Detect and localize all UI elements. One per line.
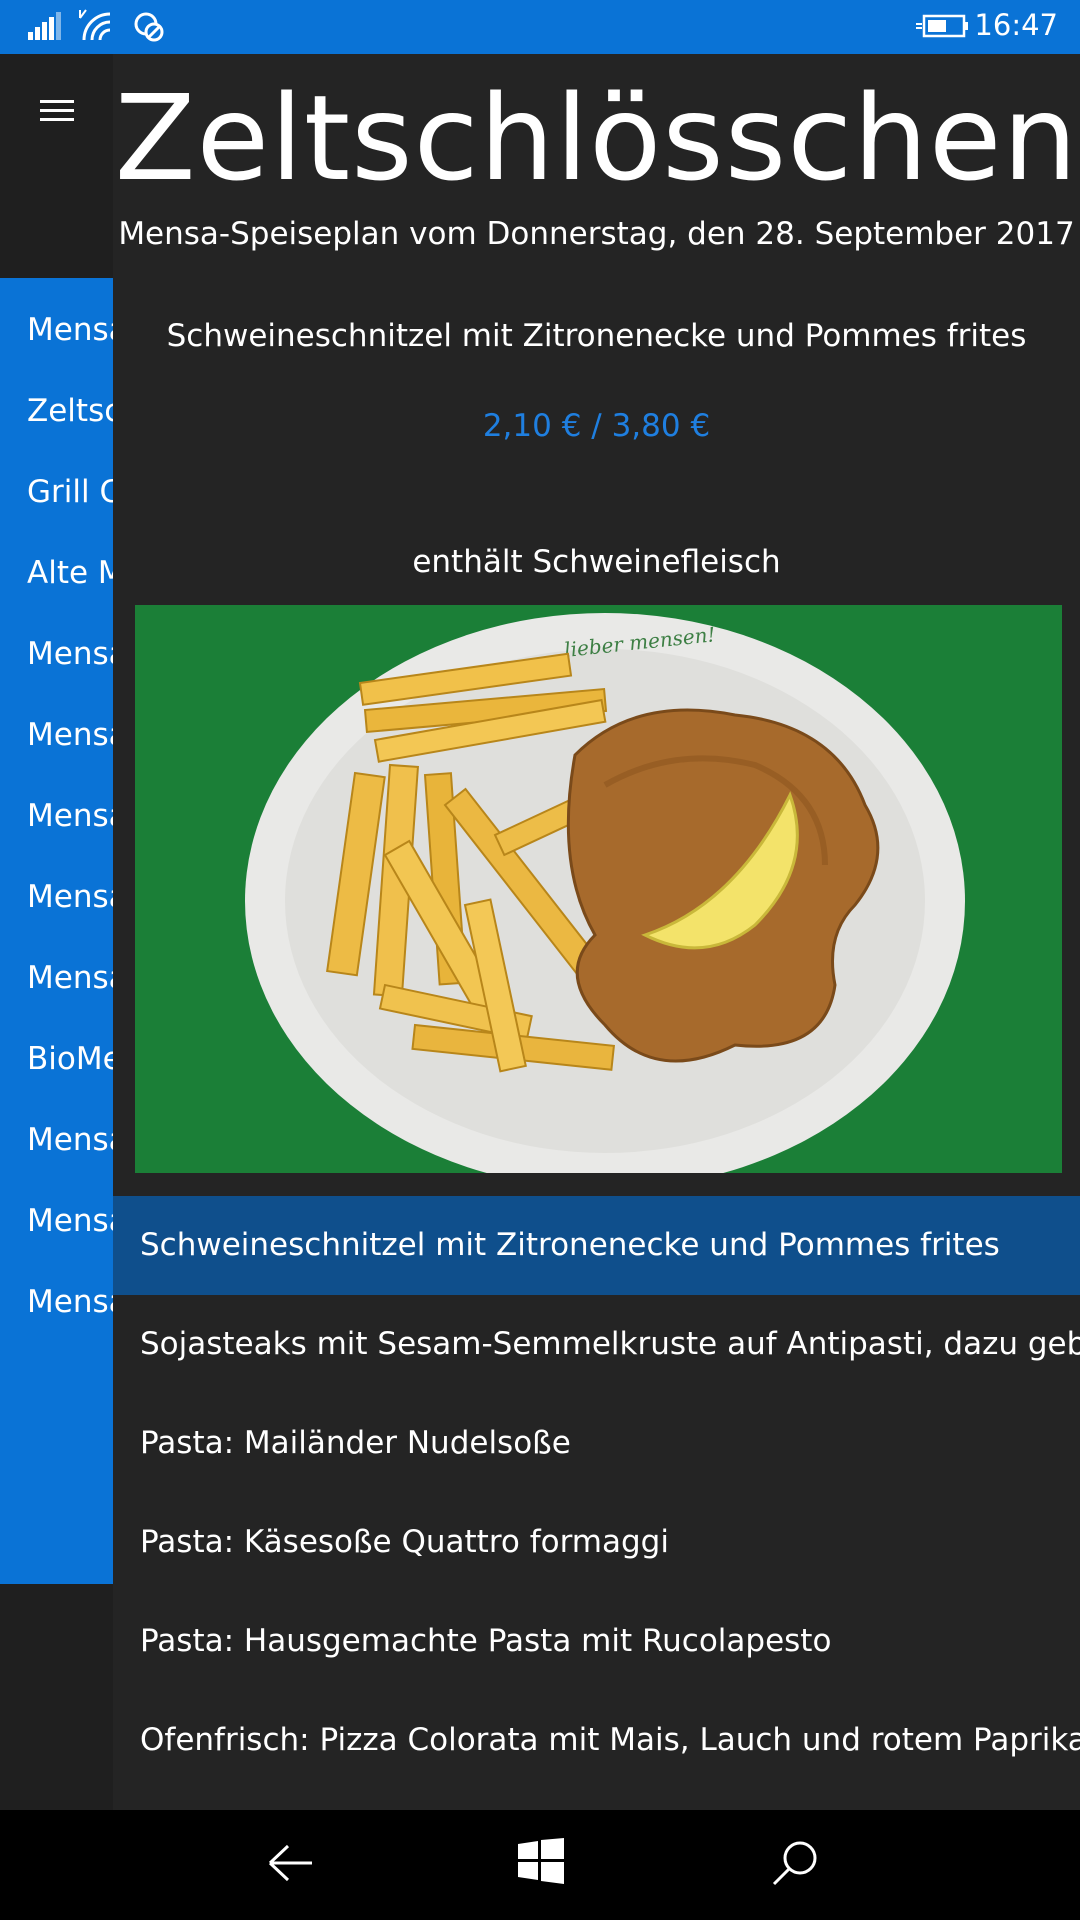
dish-name: Schweineschnitzel mit Zitronenecke und P… xyxy=(166,318,1027,354)
clock-text: 16:47 xyxy=(974,8,1058,42)
sidebar-item[interactable]: Mensa xyxy=(27,636,113,672)
sidebar-item[interactable]: Alte Mensa xyxy=(27,555,113,591)
menu-item[interactable]: Schweineschnitzel mit Zitronenecke und P… xyxy=(113,1196,1080,1295)
sidebar-list: Mensa Zeltschlösschen Grill Cube Alte Me… xyxy=(0,278,113,1584)
menu-item[interactable]: Pasta: Käsesoße Quattro formaggi xyxy=(113,1493,1080,1592)
wifi-icon xyxy=(79,9,111,41)
sidebar-item[interactable]: BioMensa xyxy=(27,1041,113,1077)
battery-charging-icon xyxy=(916,14,968,38)
menu-list: Schweineschnitzel mit Zitronenecke und P… xyxy=(113,1196,1080,1790)
sidebar-item[interactable]: Mensa xyxy=(27,1203,113,1239)
sidebar-item[interactable]: Mensa xyxy=(27,1122,113,1158)
page-title: Zeltschlösschen xyxy=(114,69,1079,207)
sidebar-item[interactable]: Grill Cube xyxy=(27,474,113,510)
sidebar-item[interactable]: Mensa xyxy=(27,960,113,996)
back-icon[interactable] xyxy=(266,1838,316,1888)
status-bar: 16:47 xyxy=(0,0,1080,54)
signal-icon xyxy=(28,12,61,40)
windows-icon[interactable] xyxy=(518,1838,564,1884)
sidebar-header xyxy=(0,54,113,278)
hamburger-icon[interactable] xyxy=(40,100,74,124)
sidebar-item[interactable]: Mensa xyxy=(27,879,113,915)
page-subtitle: Mensa-Speiseplan vom Donnerstag, den 28.… xyxy=(118,216,1075,252)
dish-price: 2,10 € / 3,80 € xyxy=(482,408,711,444)
sidebar-item[interactable]: Mensa xyxy=(27,312,113,348)
dish-photo: lieber mensen! xyxy=(135,605,1062,1173)
menu-item[interactable]: Sojasteaks mit Sesam-Semmelkruste auf An… xyxy=(113,1295,1080,1394)
location-off-icon xyxy=(134,12,164,42)
sidebar-item[interactable]: Mensa xyxy=(27,798,113,834)
menu-item[interactable]: Ofenfrisch: Pizza Colorata mit Mais, Lau… xyxy=(113,1691,1080,1790)
dish-contains-note: enthält Schweinefleisch xyxy=(412,544,781,580)
menu-item[interactable]: Pasta: Mailänder Nudelsoße xyxy=(113,1394,1080,1493)
sidebar-item[interactable]: Zeltschlösschen xyxy=(27,393,113,429)
sidebar-item[interactable]: Mensa xyxy=(27,1284,113,1320)
search-icon[interactable] xyxy=(770,1838,820,1888)
main-panel: Zeltschlösschen Mensa-Speiseplan vom Don… xyxy=(113,54,1080,1810)
navigation-bar xyxy=(0,1810,1080,1920)
menu-item[interactable]: Pasta: Hausgemachte Pasta mit Rucolapest… xyxy=(113,1592,1080,1691)
sidebar-footer xyxy=(0,1584,113,1810)
sidebar-item[interactable]: Mensa xyxy=(27,717,113,753)
